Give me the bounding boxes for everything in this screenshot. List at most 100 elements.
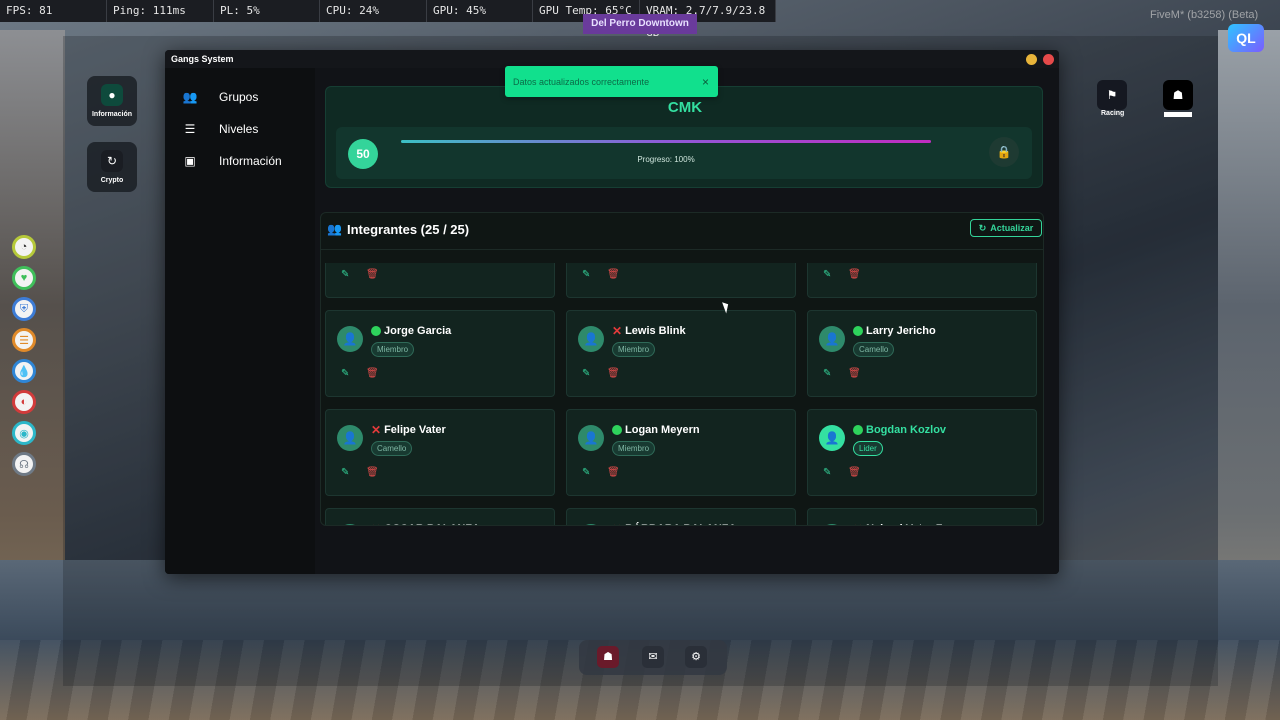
member-card: 👤 ✕ Felipe Vater Camello ✎ 🗑: [325, 409, 555, 496]
close-button[interactable]: [1043, 54, 1054, 65]
member-card: 👤 Logan Meyern Miembro ✎ 🗑: [566, 409, 796, 496]
member-card: 👤 Larry Jericho Camello ✎ 🗑: [807, 310, 1037, 397]
thirst-icon: 💧: [12, 359, 36, 383]
edit-icon[interactable]: ✎: [582, 368, 590, 379]
list-icon: ☰: [184, 122, 196, 136]
member-name: Logan Meyern: [612, 424, 700, 436]
users-icon: 👥: [182, 90, 198, 104]
delete-icon[interactable]: 🗑: [607, 269, 620, 280]
edit-icon[interactable]: ✎: [823, 269, 831, 280]
offline-status-icon: ✕: [853, 523, 863, 525]
toast-close-icon[interactable]: ×: [702, 75, 709, 89]
status-hud: ◔ ♥ ⛨ ☰ 💧 ◐ ◉ ☊: [12, 235, 36, 483]
delete-icon[interactable]: 🗑: [366, 467, 379, 478]
member-card: 👤 Bogdan Kozlov Lider ✎ 🗑: [807, 409, 1037, 496]
role-badge: Lider: [853, 441, 883, 456]
member-name-text: Logan Meyern: [625, 424, 700, 436]
member-name-text: OSCAR BALANZA: [384, 523, 480, 525]
street-name-sign: Del Perro Downtown: [583, 14, 697, 34]
racing-flag-icon[interactable]: ⚑: [1097, 80, 1127, 110]
role-badge: Miembro: [612, 342, 656, 357]
server-logo: QL: [1228, 24, 1264, 52]
member-name: Larry Jericho: [853, 325, 936, 337]
refresh-icon: ↻: [978, 222, 987, 233]
role-badge: Miembro: [612, 441, 656, 456]
gang-app-icon[interactable]: ☗: [597, 646, 619, 668]
refresh-button-label: Actualizar: [990, 223, 1034, 233]
stress-icon: ◐: [12, 390, 36, 414]
online-status-icon: [853, 326, 863, 336]
sidebar-item-label: Grupos: [219, 90, 259, 104]
vault-label-bar: [1164, 112, 1192, 117]
offline-status-icon: ✕: [371, 423, 382, 437]
sidebar-item-niveles[interactable]: ☰ Niveles: [181, 119, 259, 139]
member-name-text: Bogdan Kozlov: [866, 424, 947, 436]
health-icon: ♥: [12, 266, 36, 290]
fivem-version-label: FiveM* (b3258) (Beta): [1150, 9, 1259, 21]
avatar: 👤: [819, 524, 845, 525]
app-informacion[interactable]: ● Información: [87, 76, 137, 126]
sidebar-item-grupos[interactable]: 👥 Grupos: [181, 87, 259, 107]
hunger-icon: ☰: [12, 328, 36, 352]
ping-readout: Ping: 111ms: [107, 0, 214, 22]
toast-message: Datos actualizados correctamente: [513, 76, 650, 87]
vault-icon[interactable]: ☗: [1163, 80, 1193, 110]
stamina-icon: ☊: [12, 452, 36, 476]
avatar: 👤: [337, 524, 363, 525]
member-card: ✎ 🗑: [566, 263, 796, 298]
delete-icon[interactable]: 🗑: [607, 467, 620, 478]
avatar: 👤: [337, 425, 363, 451]
edit-icon[interactable]: ✎: [823, 467, 831, 478]
delete-icon[interactable]: 🗑: [366, 368, 379, 379]
avatar: 👤: [578, 326, 604, 352]
edit-icon[interactable]: ✎: [341, 368, 349, 379]
level-progress-bar: [401, 140, 931, 143]
settings-icon[interactable]: ⚙: [685, 646, 707, 668]
member-card: 👤 Jorge Garcia Miembro ✎ 🗑: [325, 310, 555, 397]
member-name: ✕Nahuel Vater Zero: [853, 523, 960, 525]
progress-text: Progreso: 100%: [637, 155, 695, 164]
level-badge: 50: [348, 139, 378, 169]
delete-icon[interactable]: 🗑: [848, 368, 861, 379]
edit-icon[interactable]: ✎: [823, 368, 831, 379]
offline-status-icon: ✕: [612, 523, 622, 525]
info-icon: ●: [101, 84, 123, 106]
armor-icon: ⛨: [12, 297, 36, 321]
delete-icon[interactable]: 🗑: [366, 269, 379, 280]
lock-icon[interactable]: 🔒: [989, 137, 1019, 167]
racing-label: Racing: [1101, 110, 1125, 117]
delete-icon[interactable]: 🗑: [848, 467, 861, 478]
delete-icon[interactable]: 🗑: [848, 269, 861, 280]
fps-readout: FPS: 81: [0, 0, 107, 22]
edit-icon[interactable]: ✎: [341, 467, 349, 478]
member-name: Jorge Garcia: [371, 325, 451, 337]
sidebar-item-label: Niveles: [219, 122, 259, 136]
online-status-icon: [371, 326, 381, 336]
level-progress-fill: [401, 140, 931, 143]
member-card: 👤 ✕OSCAR BALANZA: [325, 508, 555, 525]
delete-icon[interactable]: 🗑: [607, 368, 620, 379]
sidebar-item-informacion[interactable]: ▣ Información: [181, 151, 281, 171]
mail-icon[interactable]: ✉: [642, 646, 664, 668]
edit-icon[interactable]: ✎: [341, 269, 349, 280]
edit-icon[interactable]: ✎: [582, 269, 590, 280]
member-name: ✕OSCAR BALANZA: [371, 523, 480, 525]
refresh-button[interactable]: ↻ Actualizar: [970, 219, 1042, 237]
member-card: 👤 ✕BÁRBARA BALANZA: [566, 508, 796, 525]
app-crypto[interactable]: ↻ Crypto: [87, 142, 137, 192]
packet-loss-readout: PL: 5%: [214, 0, 320, 22]
edit-icon[interactable]: ✎: [582, 467, 590, 478]
avatar: 👤: [337, 326, 363, 352]
window-title: Gangs System: [171, 54, 234, 64]
minimize-button[interactable]: [1026, 54, 1037, 65]
crypto-icon: ↻: [101, 150, 123, 172]
member-name-text: Lewis Blink: [625, 325, 686, 337]
member-name-text: Nahuel Vater Zero: [866, 523, 960, 525]
offline-status-icon: ✕: [371, 523, 381, 525]
role-badge: Miembro: [371, 342, 415, 357]
online-status-icon: [612, 425, 622, 435]
main-content: CMK 50 Progreso: 100% 🔒 👥 Integrantes (2…: [315, 68, 1059, 574]
avatar: 👤: [819, 425, 845, 451]
members-panel: 👥 Integrantes (25 / 25) ↻ Actualizar ✎ 🗑 ✎…: [320, 212, 1044, 526]
folder-plus-icon: ▣: [184, 154, 196, 168]
